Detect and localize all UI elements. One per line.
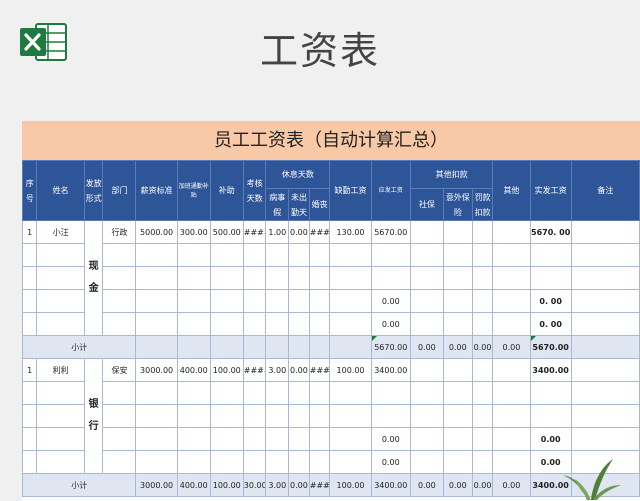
header-absent: 未出勤天 [288, 188, 310, 221]
header-overtime-allowance: 加班通勤补贴 [176, 160, 211, 221]
header-attendance-days: 考核天数 [242, 160, 267, 221]
cell-allowance[interactable]: 500.00 [209, 220, 244, 244]
cell-payable[interactable]: 3400.00 [370, 358, 411, 382]
cell-allowance[interactable]: 100.00 [209, 358, 244, 382]
page-title: 工资表 [259, 29, 380, 73]
header-allowance: 补助 [209, 160, 244, 221]
cell-actual-pay[interactable]: 0. 00 [529, 312, 572, 336]
cell-name[interactable]: 利利 [36, 358, 85, 382]
cell-actual-pay[interactable]: 5670. 00 [529, 220, 572, 244]
cell-marriage-leave[interactable]: ### [308, 358, 331, 382]
cell-actual-pay[interactable]: 0.00 [529, 427, 572, 451]
cell-absent[interactable]: 0.00 [288, 358, 310, 382]
header-payable: 应发工资 [370, 160, 411, 221]
cell-sick-leave[interactable]: 1.00 [265, 220, 290, 244]
cell-absent[interactable]: 0.00 [288, 220, 310, 244]
subtotal-row: 小计 3000.00 400.00 100.00 30.00 3.00 0.00… [22, 473, 640, 497]
table-row [22, 381, 640, 405]
cell-attendance-days[interactable]: #### [242, 220, 267, 244]
cell-actual-pay[interactable]: 3400.00 [529, 358, 572, 382]
plant-decoration [563, 459, 621, 500]
header-penalty: 罚款扣款 [471, 188, 494, 221]
cell-dept[interactable]: 行政 [102, 220, 137, 244]
header-seq: 序号 [22, 160, 38, 221]
table-row: 0.00 0. 00 [22, 312, 640, 336]
spreadsheet: 员工工资表（自动计算汇总） 序号 姓名 发放形式 部门 薪资标准 加班通勤补贴 … [22, 121, 640, 501]
cell-attendance-days[interactable]: #### [242, 358, 267, 382]
header-other: 其他 [492, 160, 531, 221]
subtotal-payable[interactable]: 3400.00 [370, 473, 411, 497]
cell-seq[interactable]: 1 [22, 220, 38, 244]
cell-pay-method[interactable]: 现金 [83, 220, 104, 336]
cell-sick-leave[interactable]: 3.00 [265, 358, 290, 382]
cell-pay-method[interactable]: 银行 [83, 358, 104, 474]
header-dept: 部门 [102, 160, 137, 221]
subtotal-row: 小计 5670.00 0.00 0.00 0.00 0.00 5670.00 [22, 335, 640, 359]
cell-payable[interactable]: 0.00 [370, 427, 411, 451]
cell-payable[interactable]: 0.00 [370, 289, 411, 313]
subtotal-payable[interactable]: 5670.00 [370, 335, 411, 359]
table-row: 0.00 0. 00 [22, 289, 640, 313]
subtotal-actual-pay[interactable]: 5670.00 [529, 335, 572, 359]
header-base-salary: 薪资标准 [135, 160, 178, 221]
cell-absence-pay[interactable]: 130.00 [329, 220, 372, 244]
header-actual-pay: 实发工资 [529, 160, 572, 221]
header-leave-days: 休息天数 [265, 160, 331, 189]
cell-overtime-allowance[interactable]: 300.00 [176, 220, 211, 244]
cell-payable[interactable]: 5670.00 [370, 220, 411, 244]
table-row: 0.00 0.00 [22, 427, 640, 451]
cell-name[interactable]: 小汪 [36, 220, 85, 244]
table-row: 1 利利 银行 保安 3000.00 400.00 100.00 #### 3.… [22, 358, 640, 474]
cell-base-salary[interactable]: 3000.00 [135, 358, 178, 382]
subtotal-label: 小计 [22, 473, 137, 497]
salary-table: 序号 姓名 发放形式 部门 薪资标准 加班通勤补贴 补助 考核天数 休息天数 缺… [22, 160, 640, 497]
header-accident-insurance: 意外保险 [442, 188, 473, 221]
header-absence-pay: 缺勤工资 [329, 160, 372, 221]
cell-actual-pay[interactable]: 0. 00 [529, 289, 572, 313]
cell-marriage-leave[interactable]: ### [308, 220, 331, 244]
table-row: 0.00 0.00 [22, 450, 640, 474]
header-other-deductions: 其他扣款 [409, 160, 494, 189]
cell-absence-pay[interactable]: 100.00 [329, 358, 372, 382]
header-pay-method: 发放形式 [83, 160, 104, 221]
header-remarks: 备注 [570, 160, 640, 221]
header-name: 姓名 [36, 160, 85, 221]
cell-dept[interactable]: 保安 [102, 358, 137, 382]
header-sick-leave: 病事假 [265, 188, 290, 221]
header-marriage-leave: 婚丧 [308, 188, 331, 221]
cell-payable[interactable]: 0.00 [370, 312, 411, 336]
table-row [22, 243, 640, 267]
cell-seq[interactable]: 1 [22, 358, 38, 382]
table-row [22, 404, 640, 428]
table-row: 1 小汪 现金 行政 5000.00 300.00 500.00 #### 1.… [22, 220, 640, 336]
cell-base-salary[interactable]: 5000.00 [135, 220, 178, 244]
subtotal-label: 小计 [22, 335, 137, 359]
table-row [22, 266, 640, 290]
sheet-title: 员工工资表（自动计算汇总） [22, 121, 640, 160]
cell-overtime-allowance[interactable]: 400.00 [176, 358, 211, 382]
cell-payable[interactable]: 0.00 [370, 450, 411, 474]
header-social-security: 社保 [409, 188, 444, 221]
